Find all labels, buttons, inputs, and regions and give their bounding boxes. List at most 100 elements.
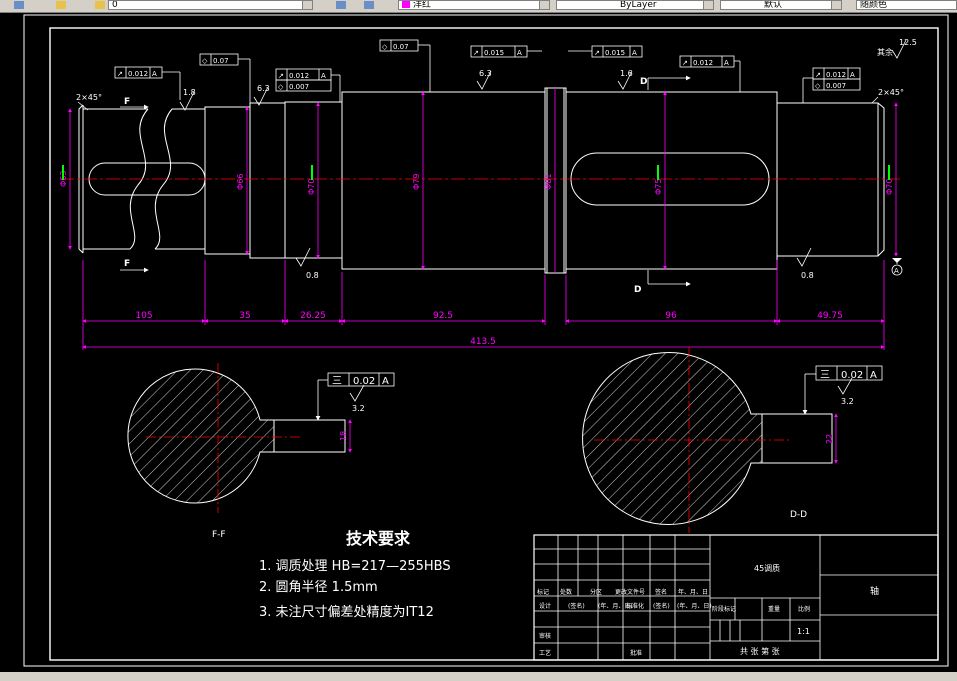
rough-6-3b: 6.3 <box>479 69 492 78</box>
svg-text:A: A <box>321 72 326 80</box>
rough-1-8: 1.8 <box>183 88 196 97</box>
section-d-name: D-D <box>790 510 807 520</box>
tech-req-item-1: 1. 调质处理 HB=217—255HBS <box>259 559 451 574</box>
sec-d-rough: 3.2 <box>841 397 854 406</box>
section-d-d: 22 三 0.02 A 3.2 D-D <box>582 347 883 533</box>
tb-stage-mark: 阶段标记 <box>712 605 736 613</box>
shaft-main-view <box>78 87 885 274</box>
tb-label-zone: 分区 <box>590 588 602 596</box>
sec-f-width: 18 <box>339 431 348 441</box>
sec-f-rough: 3.2 <box>352 404 365 413</box>
tb-std: 标准化 <box>626 602 644 610</box>
tb-design: 设计 <box>539 602 551 610</box>
rough-6-3: 6.3 <box>257 84 270 93</box>
svg-text:↗: ↗ <box>815 71 821 79</box>
svg-text:A: A <box>850 71 855 79</box>
tb-design-sign: (签名) <box>568 602 585 610</box>
cad-drawing-canvas[interactable]: Φ63 Φ66 Φ70 Φ79 Φ81 Φ75 Φ70 105 35 26.25 <box>0 12 957 672</box>
svg-text:A: A <box>517 49 522 57</box>
color-swatch <box>402 1 410 8</box>
fcf-cyl-0007a: 0.007 <box>289 83 309 91</box>
lineweight-value: 默认 <box>764 0 783 10</box>
dim-49-75: 49.75 <box>817 311 843 321</box>
chevron-down-icon <box>703 1 713 9</box>
tb-std-sign: (签名) <box>653 602 670 610</box>
svg-text:三: 三 <box>332 376 342 387</box>
tb-std-date: (年、月、日) <box>677 602 712 610</box>
fcf-cyl-007b: 0.07 <box>393 43 409 51</box>
color-dropdown[interactable]: 洋红 <box>398 0 550 10</box>
svg-text:◇: ◇ <box>278 83 284 91</box>
datum-a-symbol: A <box>891 258 903 276</box>
svg-text:↗: ↗ <box>682 59 688 67</box>
tb-part-name: 轴 <box>870 585 879 597</box>
svg-text:↗: ↗ <box>594 49 600 57</box>
svg-text:A: A <box>382 376 389 387</box>
rough-1-6: 1.6 <box>620 69 633 78</box>
dia-79-label: Φ79 <box>412 174 421 190</box>
make-current-layer-icon[interactable] <box>336 1 346 9</box>
chamfer-left-label: 2×45° <box>76 93 102 102</box>
tb-approve: 批准 <box>630 649 642 657</box>
fcf-runout-0012b: 0.012 <box>289 72 309 80</box>
dim-26-25: 26.25 <box>300 311 326 321</box>
color-value: 洋红 <box>413 0 432 10</box>
section-f-f: 18 三 0.02 A 3.2 F-F <box>127 363 395 540</box>
dim-35: 35 <box>239 311 250 321</box>
tb-label-sign: 签名 <box>655 588 667 596</box>
fcf-runout-0012d: 0.012 <box>826 71 846 79</box>
dia-66-label: Φ66 <box>236 174 245 190</box>
tb-material: 45调质 <box>754 563 780 573</box>
tech-req-title: 技术要求 <box>346 529 411 548</box>
tech-req-item-3: 3. 未注尺寸偏差处精度为IT12 <box>259 604 434 620</box>
svg-text:↗: ↗ <box>278 72 284 80</box>
svg-text:◇: ◇ <box>815 82 821 90</box>
tb-scale: 1:1 <box>797 627 810 636</box>
fcf-runout-0015b: 0.015 <box>605 49 625 57</box>
fcf-cyl-0007b: 0.007 <box>826 82 846 90</box>
fcf-runout-0012: 0.012 <box>128 70 148 78</box>
tb-check: 审核 <box>539 632 551 640</box>
section-f-label-bottom: F <box>124 259 130 269</box>
rough-rest-value: 12.5 <box>899 38 917 47</box>
tb-sheets: 共 张 第 张 <box>740 646 780 656</box>
dia-81-label: Φ81 <box>544 174 553 190</box>
layer-state-icon[interactable] <box>56 1 66 9</box>
svg-text:↗: ↗ <box>473 49 479 57</box>
dim-105: 105 <box>135 311 152 321</box>
layer-value: 0 <box>112 0 118 10</box>
diameter-dimensions <box>68 88 898 273</box>
tb-label-count: 处数 <box>560 588 572 596</box>
dia-75-label: Φ75 <box>654 179 663 195</box>
plotstyle-value: 随颜色 <box>860 0 888 10</box>
tech-req-item-2: 2. 圆角半径 1.5mm <box>259 580 378 595</box>
status-bar <box>0 672 957 681</box>
tb-process: 工艺 <box>539 649 551 657</box>
chamfer-right-label: 2×45° <box>878 88 904 97</box>
tb-label-mark: 标记 <box>537 588 549 596</box>
rough-0-8-a: 0.8 <box>306 271 319 280</box>
dia-70-right-label: Φ70 <box>885 179 894 195</box>
lineweight-dropdown[interactable]: 默认 <box>720 0 842 10</box>
svg-text:◇: ◇ <box>382 43 388 51</box>
layer-freeze-icon[interactable] <box>95 1 105 9</box>
svg-text:◇: ◇ <box>202 57 208 65</box>
rough-0-8-b: 0.8 <box>801 271 814 280</box>
dia-70-left-label: Φ70 <box>307 179 316 195</box>
dim-92-5: 92.5 <box>433 311 453 321</box>
rough-rest-label: 其余 <box>877 47 893 57</box>
section-f-label-top: F <box>124 97 130 107</box>
tb-scale-label: 比例 <box>798 605 810 613</box>
technical-requirements: 技术要求 1. 调质处理 HB=217—255HBS 2. 圆角半径 1.5mm… <box>259 529 451 620</box>
section-d-label-top: D <box>640 77 647 87</box>
fcf-cyl-007a: 0.07 <box>213 57 229 65</box>
layer-manager-icon[interactable] <box>14 1 24 9</box>
dim-96: 96 <box>665 311 677 321</box>
tb-label-date: 年、月、日 <box>678 588 708 596</box>
linetype-dropdown[interactable]: ByLayer <box>556 0 714 10</box>
layer-previous-icon[interactable] <box>364 1 374 9</box>
layer-dropdown[interactable]: 0 <box>108 0 313 10</box>
plotstyle-dropdown[interactable]: 随颜色 <box>856 0 957 10</box>
svg-text:A: A <box>632 49 637 57</box>
svg-text:A: A <box>870 370 877 381</box>
